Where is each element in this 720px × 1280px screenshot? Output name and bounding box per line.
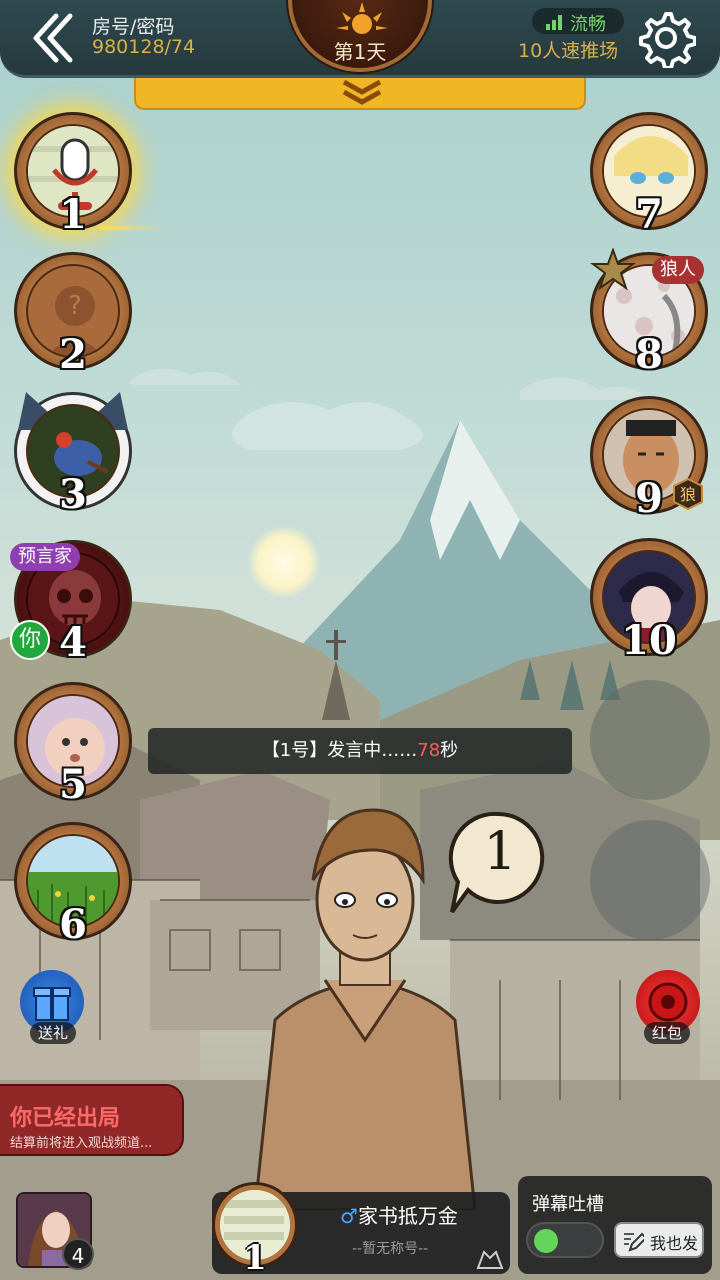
day-sun-icon [336, 2, 388, 34]
send-danmaku-label: 我也发 [650, 1234, 699, 1253]
countdown-seconds: 78 [417, 740, 441, 761]
ghost-seat-button [590, 820, 710, 940]
speaker-seat: 1 [212, 1182, 298, 1278]
speaker-name-text: 家书抵万金 [357, 1204, 458, 1228]
player-seat-6[interactable]: 6 [14, 822, 132, 948]
room-value: 980128/74 [92, 36, 196, 58]
wolf-badge-label: 狼 [680, 485, 696, 504]
player-seat-2[interactable]: ? 2 [14, 252, 132, 378]
status-suffix: 秒 [440, 740, 459, 761]
sheriff-star-icon [590, 248, 636, 291]
speaker-name: ♂家书抵万金 [340, 1200, 458, 1229]
toggle-knob [534, 1229, 558, 1253]
pencil-icon [624, 1232, 644, 1252]
signal-bars-icon [546, 15, 562, 30]
seer-role-tag: 预言家 [10, 543, 80, 571]
current-speaker-panel[interactable]: 1 ♂家书抵万金 --暂无称号-- [212, 1182, 510, 1278]
chevron-down-icon [342, 79, 382, 105]
speaking-status-bar: 【1号】发言中……78秒 [148, 728, 572, 774]
network-status-label: 流畅 [570, 14, 606, 35]
network-status: 流畅 [532, 8, 624, 35]
game-mode-label: 10人速推场 [518, 40, 619, 62]
status-prefix: 【1号】发言中…… [261, 740, 418, 761]
speaker-title: --暂无称号-- [352, 1241, 429, 1257]
player-seat-7[interactable]: 7 [590, 112, 708, 238]
red-packet-label: 红包 [644, 1022, 691, 1044]
danmaku-title: 弹幕吐槽 [532, 1194, 604, 1215]
wolf-emblem-icon [476, 1250, 504, 1269]
back-arrow-icon[interactable] [26, 10, 82, 66]
seat-number: 6 [59, 901, 87, 948]
seat-number: 2 [59, 331, 87, 378]
player-seat-1[interactable]: 1 [14, 112, 132, 238]
seat-number: 3 [59, 471, 87, 518]
speaker-seat-number: 1 [243, 1238, 267, 1278]
danmaku-panel: 弹幕吐槽 我也发 [518, 1176, 712, 1274]
you-badge: 你 [10, 620, 50, 660]
male-icon: ♂ [340, 1204, 358, 1228]
wolf-badge-icon: 狼 [673, 478, 703, 510]
danmaku-toggle[interactable] [526, 1222, 604, 1258]
player-seat-3[interactable]: 3 [14, 392, 132, 518]
seat-number: 8 [635, 331, 663, 378]
seat-number: 10 [621, 617, 677, 664]
room-label: 房号/密码 [92, 16, 175, 38]
day-label: 第1天 [333, 40, 387, 64]
ghost-seat-button [590, 680, 710, 800]
player-seat-10[interactable]: 10 [590, 538, 708, 664]
seat-number: 5 [59, 761, 87, 808]
eliminated-banner: 你已经出局 结算前将进入观战频道... [0, 1084, 184, 1156]
my-seat-number: 4 [62, 1238, 94, 1270]
day-indicator: 第1天 [288, 0, 432, 72]
werewolf-role-tag: 狼人 [652, 256, 704, 284]
seat-number: 1 [59, 191, 87, 238]
player-seat-5[interactable]: 5 [14, 682, 132, 808]
gear-icon[interactable] [636, 8, 696, 68]
character-illustration [253, 808, 477, 1210]
expand-panel-tab[interactable] [134, 78, 586, 110]
svg-text:?: ? [68, 291, 82, 321]
send-danmaku-button[interactable]: 我也发 [614, 1222, 704, 1258]
speaking-glow [100, 226, 170, 230]
eliminated-subtitle: 结算前将进入观战频道... [10, 1136, 153, 1151]
eliminated-title: 你已经出局 [10, 1106, 121, 1131]
seat-number: 7 [635, 191, 663, 238]
gift-label: 送礼 [30, 1022, 77, 1044]
